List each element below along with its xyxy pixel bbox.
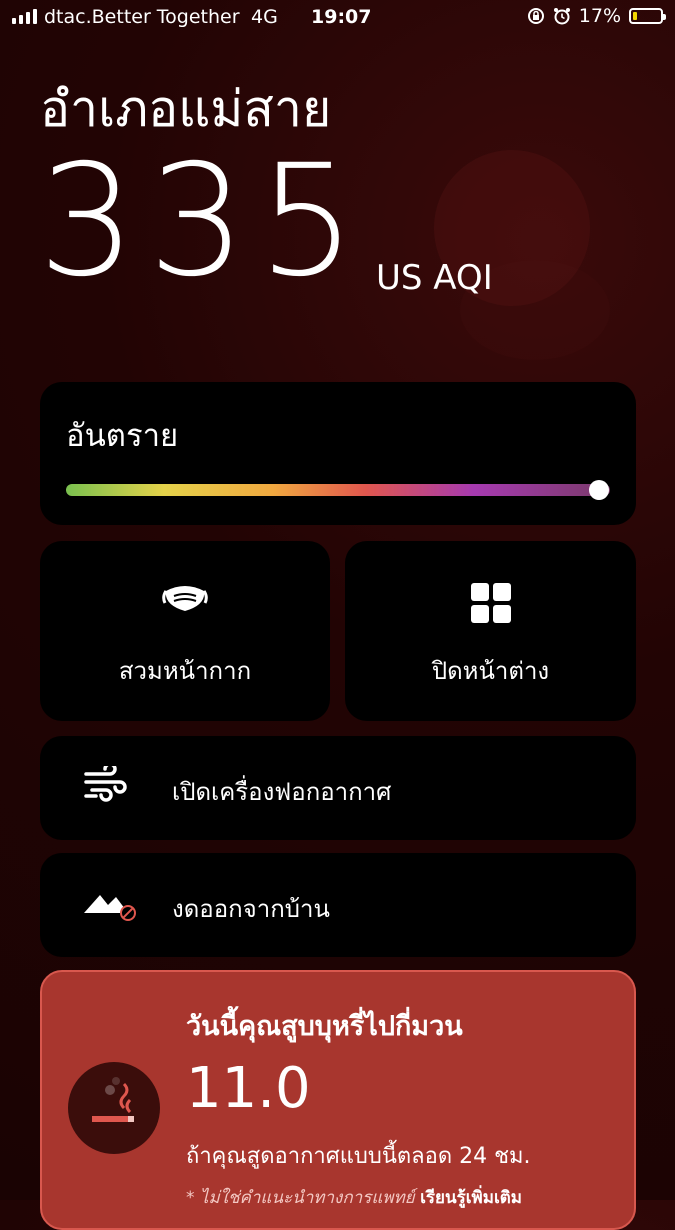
battery-level	[633, 12, 637, 20]
cigarette-equivalent-card[interactable]: วันนี้คุณสูบบุหรี่ไปกี่มวน 11.0 ถ้าคุณสู…	[40, 970, 636, 1230]
tip-stay-home-label: งดออกจากบ้าน	[172, 895, 330, 923]
aqi-level-card[interactable]: อันตราย	[40, 382, 636, 525]
tip-air-purifier-row[interactable]: เปิดเครื่องฟอกอากาศ	[40, 736, 636, 840]
tip-air-purifier-label: เปิดเครื่องฟอกอากาศ	[172, 778, 392, 806]
aqi-scale-indicator	[589, 480, 610, 500]
signal-strength-icon	[12, 8, 37, 24]
cigarette-count: 11.0	[186, 1056, 311, 1121]
aqi-value: 335	[38, 132, 368, 311]
network-type: 4G	[251, 6, 278, 28]
window-icon	[470, 583, 511, 627]
no-outdoor-icon	[84, 883, 140, 927]
disclaimer-text: * ไม่ใช่คำแนะนำทางการแพทย์	[186, 1188, 415, 1208]
tip-window-label: ปิดหน้าต่าง	[431, 657, 550, 685]
orientation-lock-icon	[527, 7, 545, 25]
tip-mask-card[interactable]: สวมหน้ากาก	[40, 541, 330, 721]
battery-percent: 17%	[578, 5, 621, 27]
cigarette-card-title: วันนี้คุณสูบบุหรี่ไปกี่มวน	[186, 1011, 463, 1042]
tip-stay-home-row[interactable]: งดออกจากบ้าน	[40, 853, 636, 957]
tip-window-card[interactable]: ปิดหน้าต่าง	[345, 541, 636, 721]
aqi-level-label: อันตราย	[66, 418, 179, 454]
battery-icon	[629, 8, 666, 24]
medical-disclaimer: * ไม่ใช่คำแนะนำทางการแพทย์ เรียนรู้เพิ่ม…	[186, 1184, 522, 1211]
aqi-unit: US AQI	[376, 258, 493, 298]
cigarette-note: ถ้าคุณสูดอากาศแบบนี้ตลอด 24 ชม.	[186, 1144, 531, 1169]
learn-more-link[interactable]: เรียนรู้เพิ่มเติม	[420, 1188, 522, 1208]
aqi-scale-bar	[66, 484, 610, 496]
mask-icon	[162, 583, 208, 617]
air-purifier-icon	[84, 762, 130, 806]
carrier-name: dtac.Better Together	[44, 6, 240, 28]
alarm-icon	[553, 7, 571, 25]
status-time: 19:07	[311, 6, 372, 28]
cigarette-icon	[68, 1062, 160, 1154]
tip-mask-label: สวมหน้ากาก	[118, 657, 252, 685]
status-bar: dtac.Better Together 4G 19:07 17%	[0, 0, 675, 34]
